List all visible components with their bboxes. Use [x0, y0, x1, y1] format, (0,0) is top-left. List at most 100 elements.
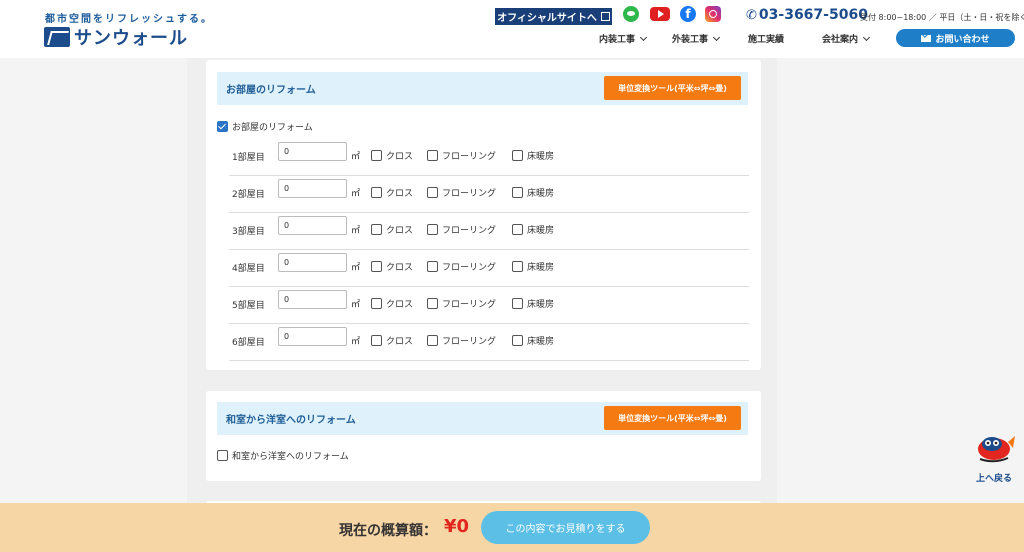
nav-exterior[interactable]: 外装工事 [672, 32, 721, 45]
nav-interior[interactable]: 内装工事 [599, 32, 648, 45]
mascot-icon [978, 436, 1015, 463]
cloth-label: クロス [386, 337, 414, 347]
cloth-checkbox[interactable]: クロス [371, 186, 413, 199]
floor-heating-checkbox[interactable]: 床暖房 [512, 297, 554, 310]
floor-heating-checkbox[interactable]: 床暖房 [512, 334, 554, 347]
unit-converter-button[interactable]: 単位変換ツール(平米⇔坪⇔畳) [604, 76, 741, 100]
checkbox-icon[interactable] [427, 335, 438, 346]
back-to-top[interactable]: 上へ戻る [966, 430, 1022, 485]
flooring-label: フローリング [442, 189, 497, 199]
flooring-checkbox[interactable]: フローリング [427, 260, 496, 273]
estimate-button[interactable]: この内容でお見積りをする [481, 511, 650, 544]
cloth-checkbox[interactable]: クロス [371, 149, 413, 162]
room-reform-checkbox[interactable]: お部屋のリフォーム [217, 120, 313, 133]
area-unit: ㎡ [351, 263, 361, 273]
cloth-checkbox[interactable]: クロス [371, 297, 413, 310]
nav-works[interactable]: 施工実績 [748, 32, 784, 45]
checkbox-icon[interactable] [427, 150, 438, 161]
checkbox-checked-icon[interactable] [217, 121, 228, 132]
area-unit: ㎡ [351, 300, 361, 310]
chevron-down-icon [639, 33, 648, 41]
cloth-checkbox[interactable]: クロス [371, 334, 413, 347]
chevron-down-icon [862, 33, 871, 41]
floor-heating-checkbox[interactable]: 床暖房 [512, 223, 554, 236]
room-area-input[interactable] [278, 253, 347, 272]
washitsu-reform-checkbox[interactable]: 和室から洋室へのリフォーム [217, 449, 349, 462]
checkbox-icon[interactable] [217, 450, 228, 461]
room-row: 6部屋目 ㎡ クロス フローリング 床暖房 [229, 323, 749, 361]
flooring-label: フローリング [442, 226, 497, 236]
official-site-button[interactable]: オフィシャルサイトへ [495, 8, 612, 25]
flooring-checkbox[interactable]: フローリング [427, 334, 496, 347]
room-row: 4部屋目 ㎡ クロス フローリング 床暖房 [229, 249, 749, 287]
nav-works-label: 施工実績 [748, 35, 785, 45]
checkbox-icon[interactable] [371, 150, 382, 161]
back-to-top-label: 上へ戻る [976, 474, 1013, 484]
line-icon[interactable] [623, 6, 639, 22]
logo-text: サンウォール [74, 28, 188, 49]
checkbox-icon[interactable] [512, 187, 523, 198]
checkbox-icon[interactable] [371, 187, 382, 198]
nav-company[interactable]: 会社案内 [822, 32, 871, 45]
room-area-input[interactable] [278, 142, 347, 161]
floor-heating-checkbox[interactable]: 床暖房 [512, 149, 554, 162]
checkbox-icon[interactable] [427, 298, 438, 309]
room-label: 3部屋目 [232, 227, 265, 237]
room-reform-header: お部屋のリフォーム 単位変換ツール(平米⇔坪⇔畳) [217, 72, 748, 105]
checkbox-icon[interactable] [371, 261, 382, 272]
site-logo[interactable]: サンウォール [44, 26, 188, 49]
washitsu-reform-header: 和室から洋室へのリフォーム 単位変換ツール(平米⇔坪⇔畳) [217, 402, 748, 435]
floor-heating-checkbox[interactable]: 床暖房 [512, 260, 554, 273]
flooring-checkbox[interactable]: フローリング [427, 149, 496, 162]
instagram-icon[interactable] [705, 6, 721, 22]
site-header: 都市空間をリフレッシュする。 サンウォール オフィシャルサイトへ f ✆ 03-… [0, 0, 1024, 58]
nav-interior-label: 内装工事 [599, 35, 636, 45]
room-reform-title: お部屋のリフォーム [226, 85, 316, 96]
checkbox-icon[interactable] [512, 224, 523, 235]
flooring-checkbox[interactable]: フローリング [427, 223, 496, 236]
checkbox-icon[interactable] [427, 187, 438, 198]
floor-heating-checkbox[interactable]: 床暖房 [512, 186, 554, 199]
checkbox-icon[interactable] [512, 261, 523, 272]
area-unit: ㎡ [351, 226, 361, 236]
room-label: 5部屋目 [232, 301, 265, 311]
room-reform-check-label: お部屋のリフォーム [232, 123, 313, 133]
room-label: 2部屋目 [232, 190, 265, 200]
cloth-checkbox[interactable]: クロス [371, 260, 413, 273]
flooring-checkbox[interactable]: フローリング [427, 186, 496, 199]
room-area-input[interactable] [278, 216, 347, 235]
room-area-input[interactable] [278, 327, 347, 346]
area-unit: ㎡ [351, 337, 361, 347]
phone-number[interactable]: ✆ 03-3667-5060 [746, 7, 868, 23]
nav-company-label: 会社案内 [822, 35, 859, 45]
floor-heating-label: 床暖房 [527, 226, 555, 236]
nav-exterior-label: 外装工事 [672, 35, 709, 45]
unit-converter-button[interactable]: 単位変換ツール(平米⇔坪⇔畳) [604, 406, 741, 430]
checkbox-icon[interactable] [512, 335, 523, 346]
cloth-checkbox[interactable]: クロス [371, 223, 413, 236]
room-label: 4部屋目 [232, 264, 265, 274]
business-hours: 受付 8:00~18:00 ／ 平日（土・日・祝を除く） [860, 13, 1024, 22]
flooring-checkbox[interactable]: フローリング [427, 297, 496, 310]
checkbox-icon[interactable] [427, 261, 438, 272]
logo-mark-icon [44, 27, 70, 47]
tagline: 都市空間をリフレッシュする。 [45, 14, 213, 25]
floor-heating-label: 床暖房 [527, 300, 555, 310]
facebook-icon[interactable]: f [680, 6, 696, 22]
floor-heating-label: 床暖房 [527, 337, 555, 347]
room-area-input[interactable] [278, 179, 347, 198]
room-area-input[interactable] [278, 290, 347, 309]
checkbox-icon[interactable] [371, 298, 382, 309]
floor-heating-label: 床暖房 [527, 152, 555, 162]
youtube-icon[interactable] [650, 7, 670, 21]
contact-button[interactable]: お問い合わせ [896, 29, 1015, 47]
flooring-label: フローリング [442, 263, 497, 273]
room-row: 1部屋目 ㎡ クロス フローリング 床暖房 [229, 138, 749, 176]
checkbox-icon[interactable] [371, 224, 382, 235]
room-label: 1部屋目 [232, 153, 265, 163]
checkbox-icon[interactable] [512, 298, 523, 309]
floor-heating-label: 床暖房 [527, 263, 555, 273]
checkbox-icon[interactable] [512, 150, 523, 161]
checkbox-icon[interactable] [427, 224, 438, 235]
checkbox-icon[interactable] [371, 335, 382, 346]
